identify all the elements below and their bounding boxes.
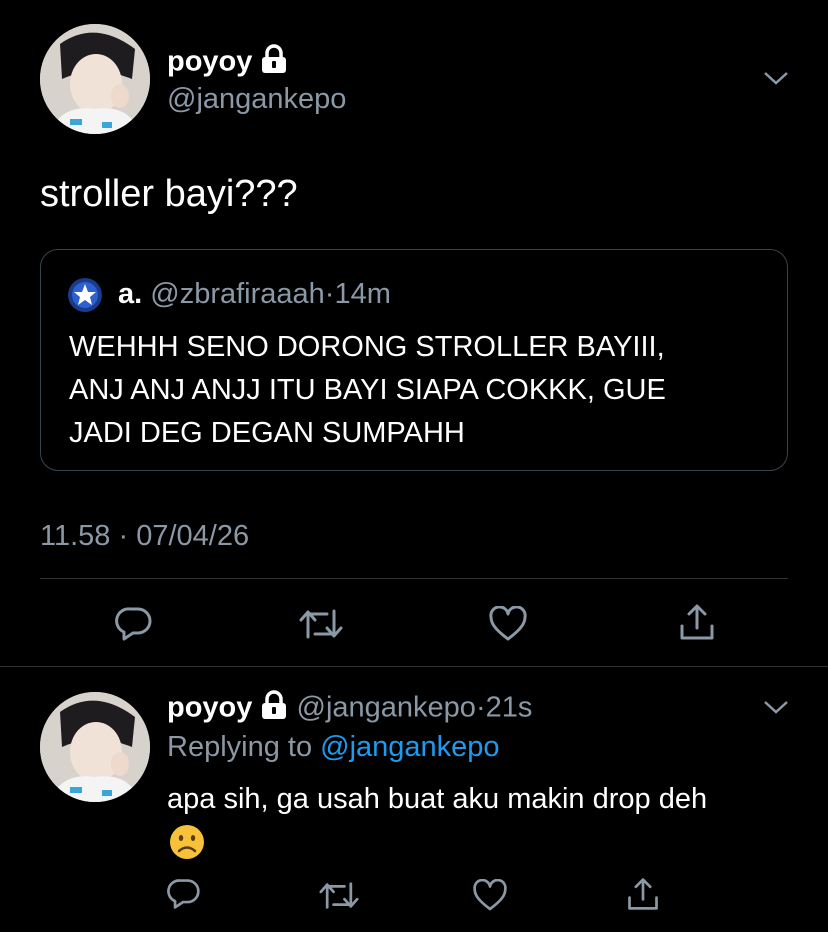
display-name[interactable]: poyoy (167, 692, 252, 724)
replying-to: Replying to @jangankepo (167, 731, 500, 764)
tweet-timestamp[interactable]: 11.58 · 07/04/26 (40, 520, 249, 553)
share-icon[interactable] (677, 602, 717, 642)
display-name[interactable]: poyoy (167, 44, 288, 82)
user-handle[interactable]: @jangankepo (167, 83, 346, 116)
quoted-display-name[interactable]: a. (118, 278, 142, 310)
separator-dot: · (324, 278, 335, 310)
sad-face-emoji (168, 823, 206, 861)
replying-to-label: Replying to (167, 731, 313, 763)
quoted-text-line: ANJ ANJ ANJJ ITU BAYI SIAPA COKKK, GUE (69, 374, 666, 406)
quoted-handle[interactable]: @zbrafiraaah (150, 278, 325, 310)
lock-icon (260, 44, 288, 82)
retweet-icon[interactable] (319, 880, 359, 911)
like-icon[interactable] (472, 879, 508, 912)
quoted-text: WEHHH SENO DORONG STROLLER BAYIII, ANJ A… (69, 326, 769, 455)
separator-dot: · (475, 691, 486, 724)
quoted-header: a. @zbrafiraaah·14m (118, 278, 391, 311)
lock-icon (260, 690, 288, 728)
reply-time: 21s (485, 691, 533, 724)
quoted-text-line: WEHHH SENO DORONG STROLLER BAYIII, (69, 331, 665, 363)
verified-star-icon (67, 277, 103, 313)
reply-icon[interactable] (167, 877, 201, 911)
reply-text: apa sih, ga usah buat aku makin drop deh (167, 783, 708, 815)
replying-to-handle-link[interactable]: @jangankepo (320, 731, 499, 763)
like-icon[interactable] (488, 606, 528, 642)
user-handle[interactable]: @jangankepo (297, 692, 476, 724)
divider (0, 666, 828, 667)
chevron-down-icon[interactable] (763, 70, 789, 86)
tweet-text: stroller bayi??? (40, 173, 298, 215)
avatar[interactable] (40, 24, 150, 134)
reply-icon[interactable] (115, 605, 153, 643)
retweet-icon[interactable] (299, 607, 343, 641)
quoted-time: 14m (334, 278, 391, 310)
chevron-down-icon[interactable] (763, 699, 789, 715)
share-icon[interactable] (625, 876, 661, 912)
quoted-text-line: JADI DEG DEGAN SUMPAHH (69, 417, 465, 449)
divider (40, 578, 788, 579)
reply-header: poyoy @jangankepo·21s (167, 690, 532, 728)
avatar[interactable] (40, 692, 150, 802)
